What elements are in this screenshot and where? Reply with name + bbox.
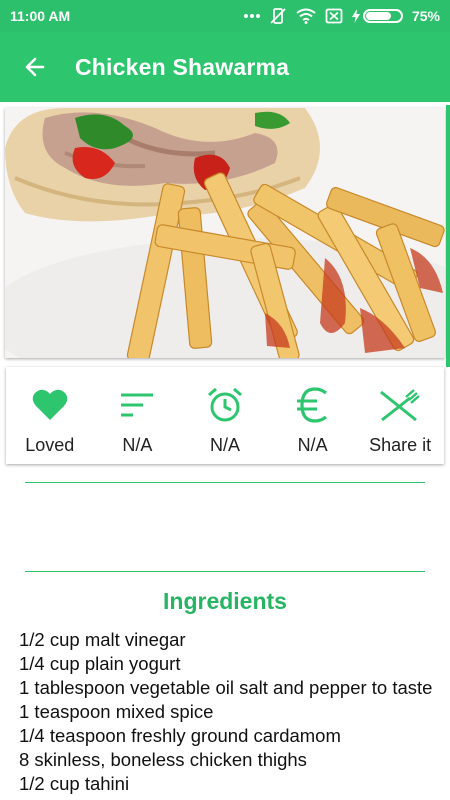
action-label: Loved (25, 435, 75, 455)
ingredients-list: 1/2 cup malt vinegar 1/4 cup plain yogur… (19, 628, 439, 796)
action-label: N/A (297, 435, 328, 455)
action-label: Share it (369, 435, 432, 455)
battery-percent: 75% (411, 8, 440, 24)
status-bar: 11:00 AM 75% (0, 0, 450, 32)
more-dots-icon (243, 13, 260, 19)
list-item: 1/2 cup tahini (19, 773, 130, 794)
time-button[interactable]: N/A (181, 367, 269, 464)
battery-indicator (351, 9, 403, 23)
list-item: 1/2 cup malt vinegar (19, 629, 186, 650)
status-time: 11:00 AM (10, 8, 71, 24)
action-label: N/A (122, 435, 153, 455)
share-button[interactable]: Share it (356, 367, 444, 464)
divider (25, 482, 425, 483)
divider (25, 571, 425, 572)
fork-knife-icon (380, 389, 420, 422)
list-item: 8 skinless, boneless chicken thighs (19, 749, 307, 770)
battery-fill (365, 12, 391, 20)
alarm-clock-icon (208, 387, 242, 422)
wifi-icon (296, 8, 316, 24)
shawarma-photo (5, 108, 445, 358)
back-button[interactable] (0, 32, 70, 102)
status-icons: 75% (243, 7, 440, 25)
list-item: 1 tablespoon vegetable oil salt and pepp… (19, 677, 433, 722)
loved-button[interactable]: Loved (6, 367, 94, 464)
scroll-indicator (446, 105, 450, 367)
charging-bolt-icon (351, 9, 360, 23)
page-title: Chicken Shawarma (75, 53, 290, 80)
list-item: 1/4 teaspoon freshly ground cardamom (19, 725, 341, 746)
vibrate-off-icon (269, 7, 287, 25)
sim-off-icon (325, 8, 343, 24)
action-bar: Loved N/A N/A N/A Share it (6, 367, 444, 464)
euro-icon (296, 387, 327, 423)
arrow-back-icon (25, 57, 45, 77)
list-item: 1/4 cup plain yogurt (19, 653, 181, 674)
heart-icon (32, 389, 68, 420)
app-bar: Chicken Shawarma (0, 32, 450, 102)
ingredients-heading: Ingredients (163, 588, 287, 614)
battery-icon (362, 9, 403, 23)
action-label: N/A (209, 435, 240, 455)
recipe-image (5, 108, 445, 358)
price-button[interactable]: N/A (269, 367, 357, 464)
sort-lines-icon (121, 393, 154, 417)
sort-button[interactable]: N/A (94, 367, 182, 464)
